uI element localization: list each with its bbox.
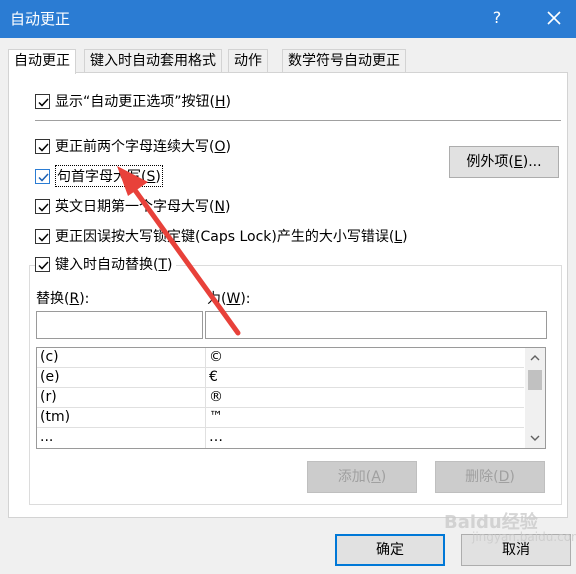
close-button[interactable] bbox=[540, 4, 568, 32]
list-item[interactable]: ...… bbox=[37, 428, 524, 448]
checkmark-icon bbox=[38, 202, 49, 212]
add-button[interactable]: 添加(A) bbox=[307, 461, 417, 493]
replace-label: 替换(R): bbox=[36, 291, 90, 307]
ok-button[interactable]: 确定 bbox=[335, 534, 445, 566]
list-item[interactable]: (tm) ™ bbox=[37, 408, 524, 428]
autocorrect-panel: 显示“自动更正选项”按钮(H) 更正前两个字母连续大写(O) 例外项(E)...… bbox=[8, 72, 568, 518]
with-input[interactable] bbox=[205, 311, 547, 339]
caps-lock-label: 更正因误按大写锁定键(Caps Lock)产生的大小写错误(L) bbox=[55, 229, 408, 245]
delete-button[interactable]: 删除(D) bbox=[435, 461, 545, 493]
capitalize-days-checkbox[interactable] bbox=[35, 198, 50, 214]
list-item[interactable]: (c) © bbox=[37, 348, 524, 368]
scroll-thumb[interactable] bbox=[528, 370, 542, 390]
option-replace-text[interactable]: 键入时自动替换(T) bbox=[35, 254, 176, 274]
title-bar: 自动更正 ? bbox=[0, 0, 576, 38]
chevron-down-icon[interactable] bbox=[529, 432, 541, 444]
show-buttons-checkbox[interactable] bbox=[35, 93, 50, 109]
checkmark-icon bbox=[38, 97, 49, 107]
caps-lock-checkbox[interactable] bbox=[35, 228, 50, 244]
replace-text-label: 键入时自动替换(T) bbox=[55, 257, 173, 273]
autocorrect-entries-list[interactable]: (c) © (e) € (r) ® (tm) ™ ...… bbox=[36, 347, 546, 449]
watermark-url: jingyan.baidu.com bbox=[472, 530, 576, 544]
list-item[interactable]: (r) ® bbox=[37, 388, 524, 408]
window-title: 自动更正 bbox=[10, 10, 71, 28]
checkmark-icon bbox=[38, 232, 49, 242]
capitalize-sentences-checkbox[interactable] bbox=[35, 168, 50, 184]
option-caps-lock[interactable]: 更正因误按大写锁定键(Caps Lock)产生的大小写错误(L) bbox=[35, 226, 408, 246]
two-initial-caps-label: 更正前两个字母连续大写(O) bbox=[55, 139, 231, 155]
tab-actions[interactable]: 动作 bbox=[228, 49, 268, 72]
two-initial-caps-checkbox[interactable] bbox=[35, 138, 50, 154]
option-capitalize-sentences[interactable]: 句首字母大写(S) bbox=[35, 165, 163, 187]
checkmark-icon bbox=[38, 172, 49, 182]
option-capitalize-days[interactable]: 英文日期第一个字母大写(N) bbox=[35, 196, 230, 216]
option-two-initial-caps[interactable]: 更正前两个字母连续大写(O) bbox=[35, 136, 231, 156]
tab-autocorrect[interactable]: 自动更正 bbox=[8, 49, 76, 74]
replace-input[interactable] bbox=[36, 311, 203, 339]
show-buttons-label: 显示“自动更正选项”按钮(H) bbox=[55, 94, 231, 110]
replace-text-checkbox[interactable] bbox=[35, 256, 50, 272]
tab-math-autocorrect[interactable]: 数学符号自动更正 bbox=[282, 49, 406, 72]
tab-autoformat-as-you-type[interactable]: 键入时自动套用格式 bbox=[84, 49, 222, 72]
checkmark-icon bbox=[38, 142, 49, 152]
close-icon bbox=[547, 11, 561, 25]
capitalize-days-label: 英文日期第一个字母大写(N) bbox=[55, 199, 231, 215]
checkmark-icon bbox=[38, 260, 49, 270]
option-show-buttons[interactable]: 显示“自动更正选项”按钮(H) bbox=[35, 91, 231, 111]
exceptions-button[interactable]: 例外项(E)... bbox=[449, 146, 559, 178]
separator bbox=[35, 120, 561, 121]
capitalize-sentences-label: 句首字母大写(S) bbox=[55, 165, 163, 187]
list-scrollbar[interactable] bbox=[525, 348, 545, 448]
list-item[interactable]: (e) € bbox=[37, 368, 524, 388]
chevron-up-icon[interactable] bbox=[529, 352, 541, 364]
with-label: 为(W): bbox=[207, 291, 251, 307]
help-button[interactable]: ? bbox=[486, 6, 508, 30]
